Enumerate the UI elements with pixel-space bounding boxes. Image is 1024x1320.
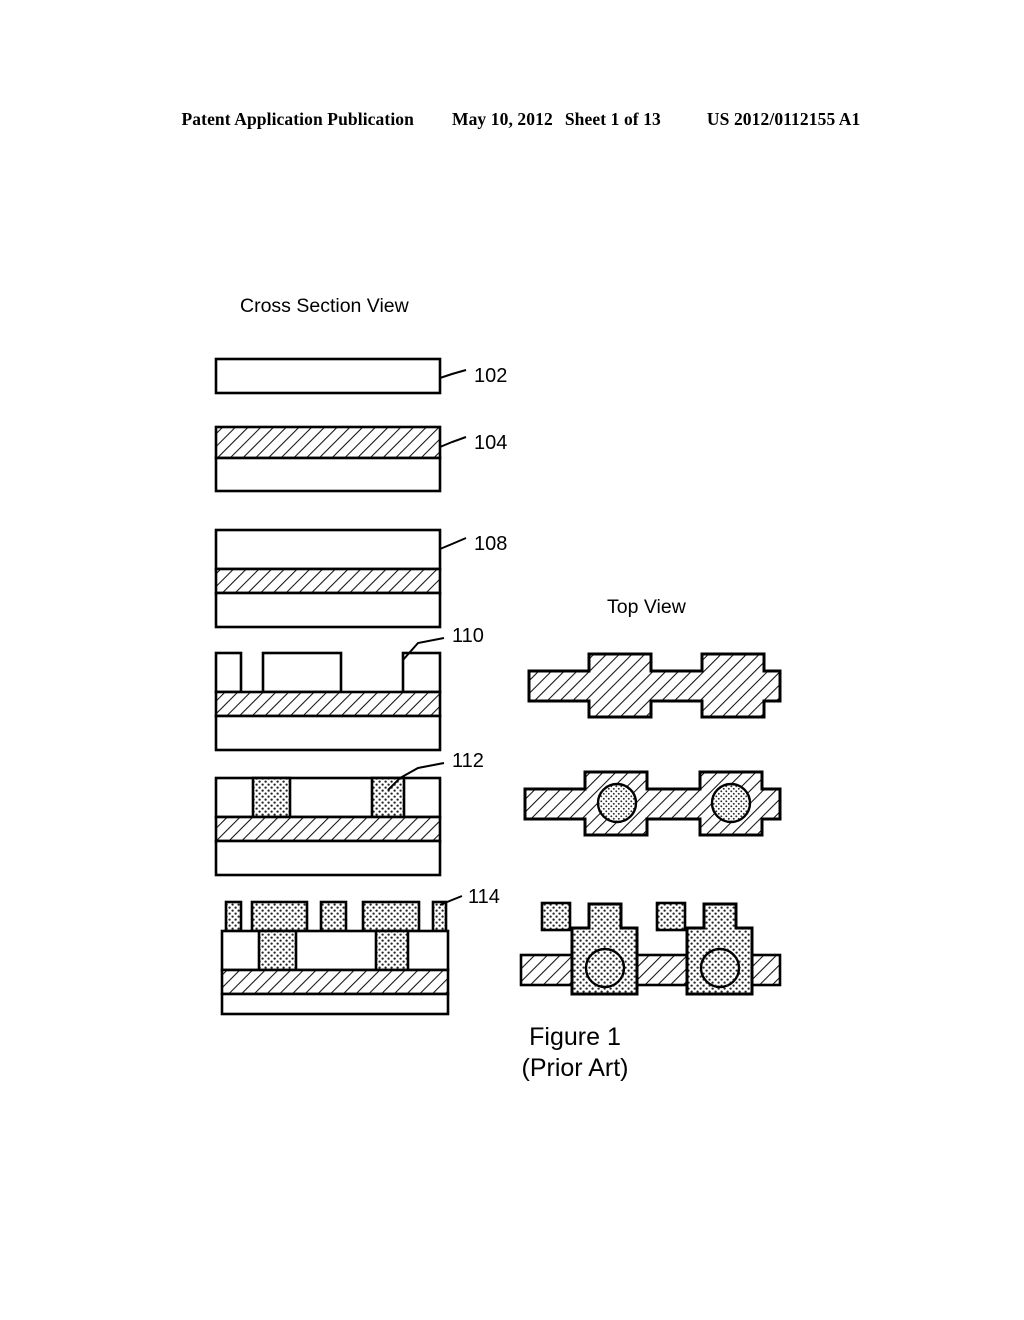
via-plug: [257, 929, 298, 972]
resist-block: [261, 651, 343, 694]
reference-numeral-114: 114: [468, 886, 500, 908]
leader-line-114: [439, 895, 463, 906]
figure-drawing: [214, 357, 782, 1016]
figure-caption-line2: (Prior Art): [521, 1054, 629, 1082]
layer-hardmask: [220, 968, 450, 996]
cross-section-panel-110: [214, 637, 445, 752]
via-plug: [370, 776, 406, 819]
cross-section-panel-114: [220, 895, 463, 1016]
cross-section-panel-108: [214, 528, 467, 629]
isolated-metal-square: [540, 901, 572, 932]
top-view-panel-110: [527, 652, 782, 719]
leader-line-104: [439, 436, 467, 448]
metal-line-block: [250, 900, 309, 933]
reference-numeral-104: 104: [474, 432, 508, 454]
layer-substrate: [214, 839, 442, 877]
resist-block: [401, 651, 442, 694]
patent-figure-page: Patent Application Publication May 10, 20…: [0, 0, 1024, 1320]
leader-line-108: [439, 537, 467, 550]
layer-hardmask: [214, 567, 442, 595]
top-view-panel-114: [519, 901, 782, 996]
isolated-metal-square: [655, 901, 687, 932]
layer-dielectric: [214, 528, 442, 571]
layer-dielectric: [214, 776, 442, 819]
layer-dielectric: [220, 929, 450, 972]
metal-line-block: [319, 900, 348, 933]
cross-section-panel-104: [214, 425, 467, 493]
top-view-group: [519, 652, 782, 996]
reference-numeral-112: 112: [452, 750, 484, 772]
layer-substrate: [214, 357, 442, 395]
top-view-conductor-shape: [527, 652, 782, 719]
top-view-panel-112: [523, 770, 782, 837]
layer-hardmask: [214, 815, 442, 843]
top-view-title: Top View: [607, 596, 686, 618]
layer-substrate: [214, 714, 442, 752]
cross-section-panel-112: [214, 762, 445, 877]
via-plug: [251, 776, 292, 819]
via-circle: [596, 782, 638, 824]
layer-substrate: [220, 992, 450, 1016]
reference-numeral-102: 102: [474, 365, 508, 387]
metal-line-block: [224, 900, 243, 933]
reference-numeral-110: 110: [452, 625, 484, 647]
metal-line-block: [431, 900, 448, 933]
resist-block: [214, 651, 243, 694]
layer-substrate: [214, 456, 442, 493]
reference-numeral-108: 108: [474, 533, 508, 555]
leader-line-102: [439, 369, 467, 379]
figure-caption-line1: Figure 1: [529, 1023, 621, 1051]
metal-line-block: [361, 900, 421, 933]
via-plug: [374, 929, 410, 972]
layer-hardmask: [214, 425, 442, 460]
cross-section-view-group: [214, 357, 467, 1016]
cross-section-panel-102: [214, 357, 467, 395]
via-circle: [710, 782, 752, 824]
cross-section-view-title: Cross Section View: [240, 295, 409, 317]
layer-hardmask: [214, 690, 442, 718]
layer-substrate: [214, 591, 442, 629]
